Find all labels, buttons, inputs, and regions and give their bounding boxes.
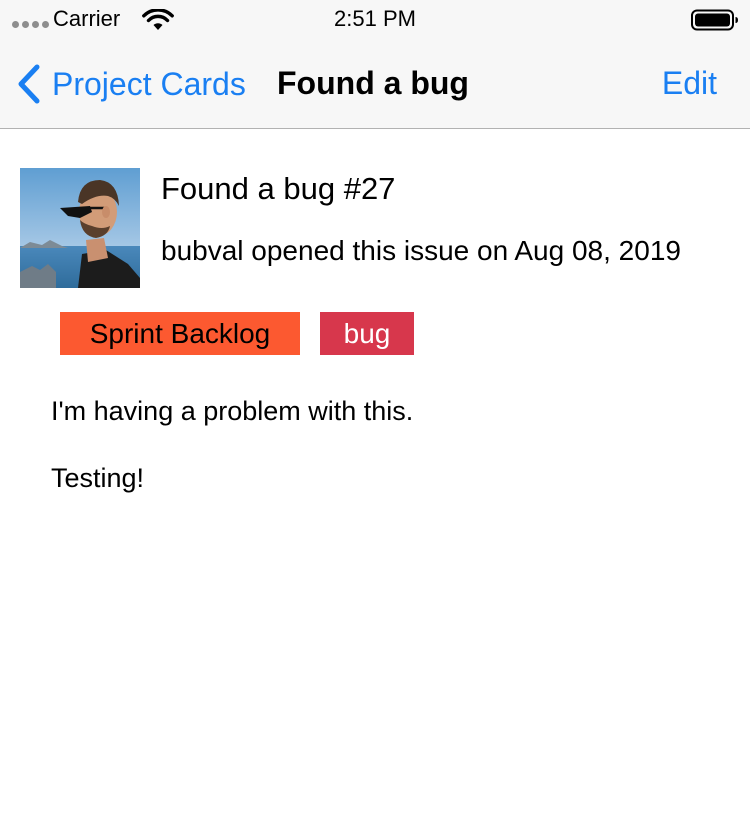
- issue-title: Found a bug #27: [161, 171, 396, 206]
- navigation-bar: Project Cards Found a bug Edit: [0, 40, 750, 129]
- label-bug[interactable]: bug: [320, 312, 414, 355]
- label-sprint-backlog[interactable]: Sprint Backlog: [60, 312, 300, 355]
- back-button-label: Project Cards: [52, 65, 246, 102]
- battery-icon: [691, 9, 738, 31]
- back-button[interactable]: Project Cards: [16, 62, 246, 106]
- edit-button[interactable]: Edit: [662, 65, 717, 102]
- chevron-left-icon: [18, 64, 40, 104]
- avatar: [20, 168, 140, 288]
- screen: Carrier 2:51 PM Project Cards Found a bu…: [0, 0, 750, 828]
- status-time: 2:51 PM: [334, 6, 416, 31]
- page-title: Found a bug: [277, 65, 469, 101]
- status-bar: Carrier 2:51 PM: [0, 0, 750, 40]
- issue-body-line: Testing!: [51, 463, 145, 493]
- issue-meta: bubval opened this issue on Aug 08, 2019: [161, 235, 681, 266]
- issue-body-line: I'm having a problem with this.: [51, 396, 414, 426]
